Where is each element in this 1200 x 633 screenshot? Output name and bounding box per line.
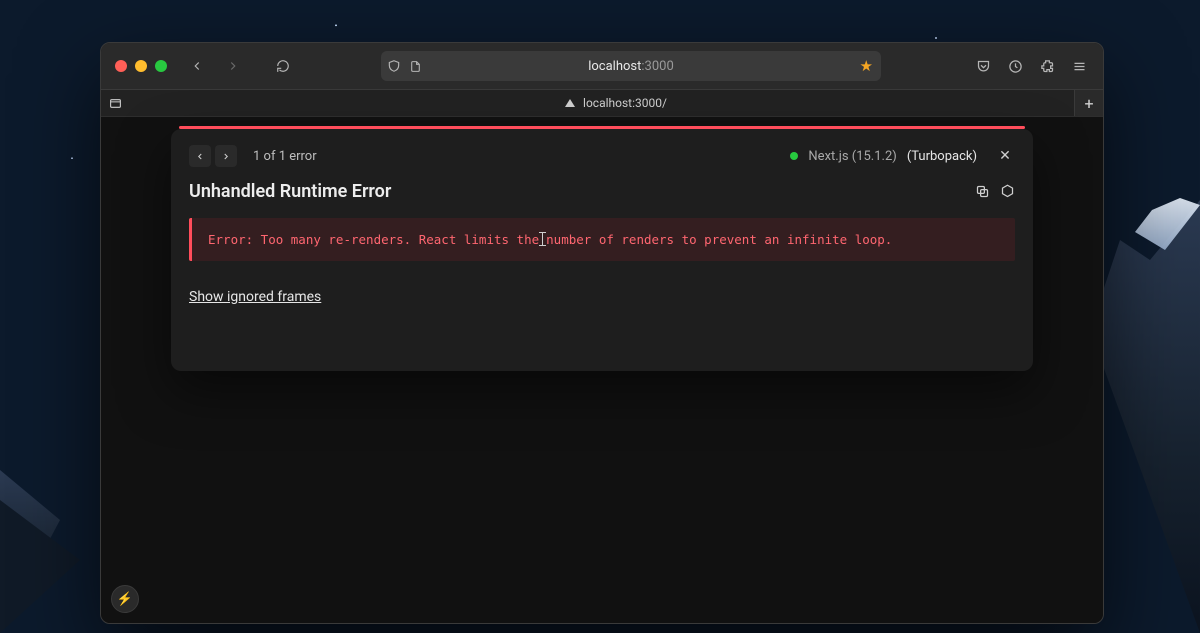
browser-window: localhost:3000 ★ — [100, 42, 1104, 624]
active-tab[interactable]: localhost:3000/ — [129, 96, 1103, 110]
status-dot-icon — [790, 152, 798, 160]
nextjs-dev-indicator[interactable]: ⚡ — [111, 585, 139, 613]
address-bar-url: localhost:3000 — [588, 59, 674, 74]
window-zoom-button[interactable] — [155, 60, 167, 72]
error-message: Error: Too many re-renders. React limits… — [189, 218, 1015, 261]
copy-error-icon[interactable] — [975, 184, 990, 199]
account-icon[interactable] — [1001, 52, 1029, 80]
lightning-icon: ⚡ — [117, 592, 133, 607]
tab-strip: localhost:3000/ + — [101, 90, 1103, 117]
error-counter: 1 of 1 error — [253, 149, 317, 164]
nextjs-error-overlay: 1 of 1 error Next.js (15.1.2) (Turbopack… — [171, 129, 1033, 371]
page-viewport: 1 of 1 error Next.js (15.1.2) (Turbopack… — [101, 117, 1103, 623]
nav-reload-button[interactable] — [269, 52, 297, 80]
show-ignored-frames-link[interactable]: Show ignored frames — [189, 289, 321, 305]
sidebar-toggle-icon[interactable] — [101, 97, 129, 110]
framework-version: Next.js (15.1.2) — [808, 149, 896, 164]
bookmark-star-icon[interactable]: ★ — [860, 57, 873, 75]
overlay-close-button[interactable]: ✕ — [995, 148, 1015, 164]
site-info-icon[interactable] — [409, 60, 422, 73]
tab-title-text: localhost:3000/ — [583, 96, 667, 110]
traffic-lights — [115, 60, 167, 72]
nextjs-favicon — [565, 99, 575, 107]
app-menu-icon[interactable] — [1065, 52, 1093, 80]
nav-back-button[interactable] — [183, 52, 211, 80]
window-close-button[interactable] — [115, 60, 127, 72]
text-cursor-icon — [539, 232, 546, 246]
browser-toolbar: localhost:3000 ★ — [101, 43, 1103, 90]
framework-status: Next.js (15.1.2) (Turbopack) ✕ — [790, 148, 1015, 164]
error-next-button[interactable] — [215, 145, 237, 167]
window-minimize-button[interactable] — [135, 60, 147, 72]
bundler-label: (Turbopack) — [907, 149, 977, 164]
address-bar[interactable]: localhost:3000 ★ — [381, 51, 881, 81]
new-tab-button[interactable]: + — [1074, 90, 1103, 116]
pocket-icon[interactable] — [969, 52, 997, 80]
nav-forward-button[interactable] — [219, 52, 247, 80]
error-prev-button[interactable] — [189, 145, 211, 167]
nodejs-inspect-icon[interactable] — [1000, 184, 1015, 199]
error-title: Unhandled Runtime Error — [189, 181, 975, 202]
tracking-shield-icon[interactable] — [387, 59, 401, 73]
extensions-icon[interactable] — [1033, 52, 1061, 80]
